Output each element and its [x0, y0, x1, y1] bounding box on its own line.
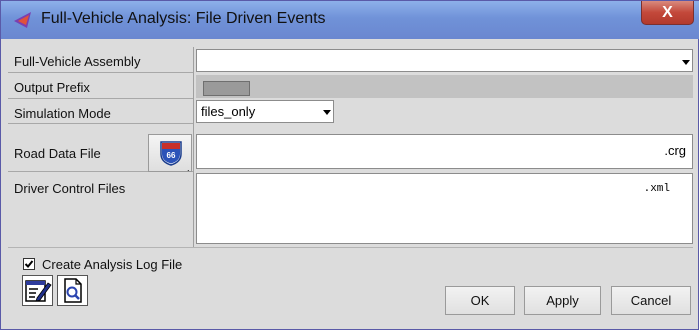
- column-divider: [193, 47, 194, 247]
- mode-value: files_only: [201, 104, 256, 119]
- ok-button[interactable]: OK: [445, 286, 515, 315]
- road-browse-button[interactable]: 66 .: [148, 134, 192, 173]
- row-divider: [8, 123, 193, 124]
- title-bar[interactable]: Full-Vehicle Analysis: File Driven Event…: [1, 1, 699, 39]
- browse-ellipsis: .: [187, 163, 190, 173]
- close-button[interactable]: X: [641, 1, 694, 25]
- dialog-body: Full-Vehicle Assembly Output Prefix Simu…: [8, 39, 693, 323]
- section-separator: [8, 247, 693, 248]
- route-66-sign-icon: 66: [160, 141, 182, 166]
- driver-files-textarea[interactable]: .xml: [196, 173, 693, 244]
- prefix-input[interactable]: [203, 81, 250, 96]
- apply-button[interactable]: Apply: [524, 286, 601, 315]
- prefix-row-background: [196, 75, 693, 98]
- row-divider: [8, 98, 193, 99]
- log-checkbox[interactable]: [23, 258, 35, 270]
- app-icon: [14, 12, 31, 28]
- assembly-combobox[interactable]: [196, 49, 693, 72]
- chevron-down-icon[interactable]: [323, 110, 331, 115]
- close-icon: X: [662, 3, 673, 21]
- road-label: Road Data File: [14, 146, 101, 161]
- row-divider: [8, 72, 193, 73]
- view-document-icon: [64, 278, 82, 303]
- svg-text:66: 66: [167, 151, 176, 160]
- chevron-down-icon[interactable]: [682, 60, 690, 65]
- road-suffix: .crg: [664, 143, 686, 158]
- driver-suffix: .xml: [643, 183, 670, 195]
- prefix-label: Output Prefix: [14, 80, 90, 95]
- assembly-label: Full-Vehicle Assembly: [14, 54, 141, 69]
- cancel-button[interactable]: Cancel: [611, 286, 691, 315]
- mode-label: Simulation Mode: [14, 106, 111, 121]
- dialog-window: Full-Vehicle Analysis: File Driven Event…: [0, 0, 699, 330]
- checkmark-icon: [24, 260, 34, 268]
- edit-document-icon: [25, 280, 52, 302]
- log-label: Create Analysis Log File: [42, 257, 183, 272]
- mode-select[interactable]: files_only: [196, 100, 334, 123]
- road-file-input[interactable]: .crg: [196, 134, 693, 169]
- driver-label: Driver Control Files: [14, 181, 126, 196]
- edit-button[interactable]: [22, 275, 53, 306]
- view-button[interactable]: [57, 275, 88, 306]
- window-title: Full-Vehicle Analysis: File Driven Event…: [41, 10, 326, 27]
